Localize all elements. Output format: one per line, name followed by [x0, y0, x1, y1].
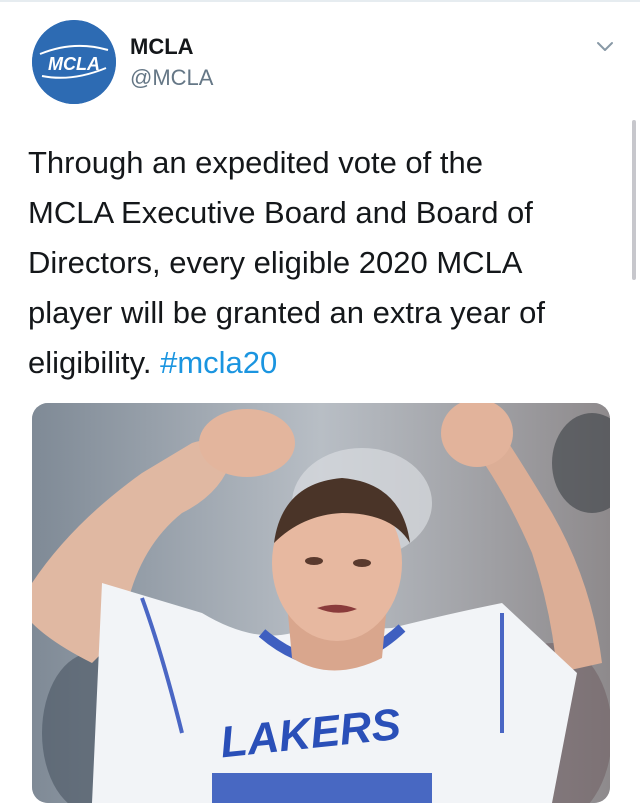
- tweet-text-line: MCLA Executive Board and Board of: [28, 195, 533, 230]
- tweet-text-line: Directors, every eligible 2020 MCLA: [28, 245, 523, 280]
- top-divider: [0, 0, 640, 2]
- tweet-header: MCLA MCLA @MCLA: [32, 20, 617, 110]
- tweet-text-line: Through an expedited vote of the: [28, 145, 483, 180]
- display-name[interactable]: MCLA: [130, 34, 213, 60]
- chevron-down-icon[interactable]: [593, 34, 617, 58]
- user-handle[interactable]: @MCLA: [130, 64, 213, 92]
- scrollbar[interactable]: [632, 120, 636, 280]
- tweet-text-line: eligibility.: [28, 345, 161, 380]
- tweet-text-line: player will be granted an extra year of: [28, 295, 545, 330]
- avatar-logo-text: MCLA: [48, 54, 100, 74]
- author-info: MCLA @MCLA: [130, 34, 213, 92]
- hashtag-link[interactable]: #mcla20: [160, 345, 277, 380]
- tweet-photo[interactable]: LAKERS: [32, 403, 610, 803]
- photo-player-celebrating: LAKERS: [32, 403, 610, 803]
- avatar[interactable]: MCLA: [32, 20, 116, 104]
- tweet-text: Through an expedited vote of the MCLA Ex…: [28, 138, 608, 388]
- mcla-logo-icon: MCLA: [32, 20, 116, 104]
